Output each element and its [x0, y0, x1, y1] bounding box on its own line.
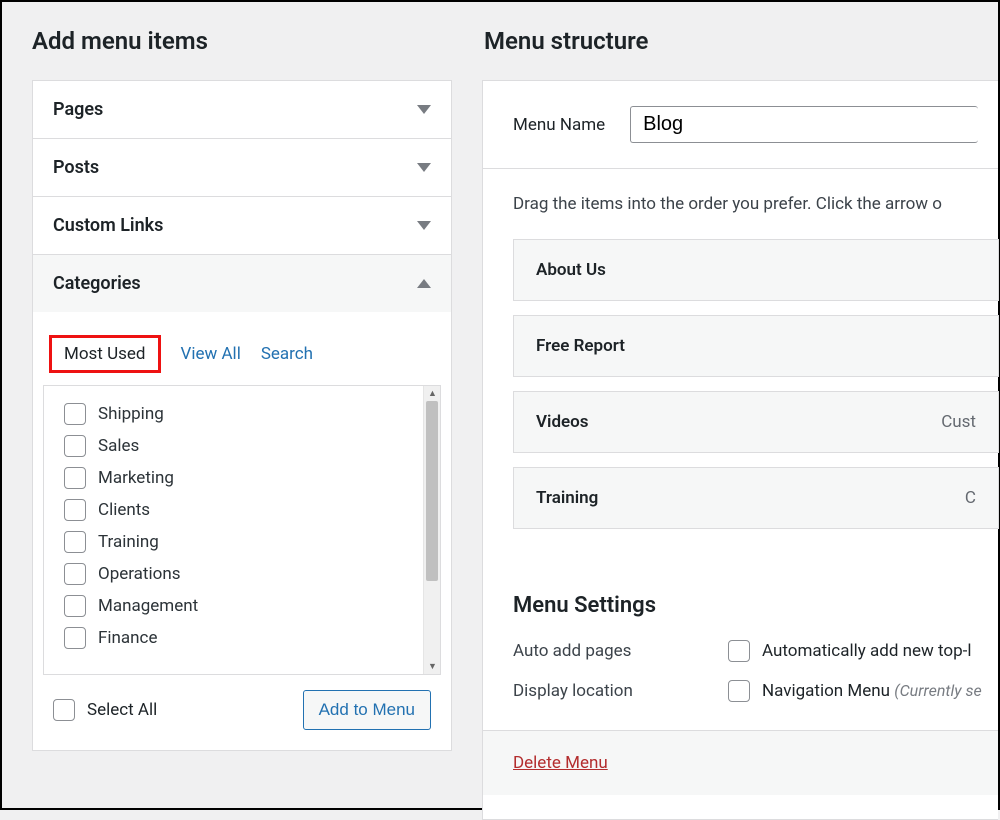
item-label: Training [98, 532, 159, 552]
tab-most-used[interactable]: Most Used [49, 335, 161, 373]
accordion-pages[interactable]: Pages [33, 81, 451, 138]
item-label: Sales [98, 436, 139, 456]
list-item[interactable]: Clients [64, 494, 411, 526]
caret-down-icon [417, 221, 431, 230]
menu-item-label: Videos [536, 412, 589, 432]
menu-item-meta: C [965, 488, 976, 508]
accordion-categories[interactable]: Categories [33, 255, 451, 312]
auto-add-pages-option[interactable]: Automatically add new top-l [728, 640, 972, 662]
scroll-down-arrow-icon[interactable]: ▼ [428, 661, 437, 672]
menu-settings-title: Menu Settings [513, 593, 998, 618]
scroll-up-arrow-icon[interactable]: ▲ [428, 388, 437, 399]
menu-item[interactable]: Free Report [513, 315, 999, 377]
list-item[interactable]: Finance [64, 622, 411, 654]
delete-menu-link[interactable]: Delete Menu [513, 753, 608, 773]
caret-down-icon [417, 163, 431, 172]
item-checkbox[interactable] [64, 595, 86, 617]
caret-down-icon [417, 105, 431, 114]
menu-item-label: Free Report [536, 336, 625, 356]
accordion-posts-label: Posts [53, 157, 99, 178]
menu-items-list: About Us Free Report Videos Cust Training C [483, 219, 998, 563]
item-checkbox[interactable] [64, 403, 86, 425]
add-menu-items-title: Add menu items [32, 27, 452, 55]
menu-item[interactable]: About Us [513, 239, 999, 301]
tab-view-all[interactable]: View All [181, 344, 241, 364]
list-item[interactable]: Sales [64, 430, 411, 462]
menu-item-meta: Cust [941, 412, 976, 432]
select-all-checkbox[interactable] [53, 699, 75, 721]
categories-panel: Most Used View All Search Shipping Sales M… [33, 312, 451, 750]
list-item[interactable]: Training [64, 526, 411, 558]
auto-add-checkbox[interactable] [728, 640, 750, 662]
display-location-option[interactable]: Navigation Menu (Currently se [728, 680, 982, 702]
menu-item[interactable]: Videos Cust [513, 391, 999, 453]
item-checkbox[interactable] [64, 499, 86, 521]
item-label: Shipping [98, 404, 164, 424]
menu-item-label: Training [536, 488, 598, 508]
accordion-pages-label: Pages [53, 99, 103, 120]
item-checkbox[interactable] [64, 531, 86, 553]
accordion-categories-label: Categories [53, 273, 141, 294]
accordion-custom-links-label: Custom Links [53, 215, 163, 236]
item-label: Clients [98, 500, 150, 520]
scrollbar[interactable]: ▲ ▼ [423, 386, 440, 674]
menu-name-input[interactable] [630, 106, 978, 143]
list-item[interactable]: Marketing [64, 462, 411, 494]
item-label: Finance [98, 628, 157, 648]
menu-structure-title: Menu structure [484, 27, 998, 55]
display-location-label: Display location [513, 681, 728, 701]
auto-add-pages-label: Auto add pages [513, 641, 728, 661]
list-item[interactable]: Operations [64, 558, 411, 590]
auto-add-text: Automatically add new top-l [762, 641, 972, 661]
source-accordion: Pages Posts Custom Links Categories [32, 80, 452, 751]
tab-search[interactable]: Search [261, 344, 313, 364]
accordion-posts[interactable]: Posts [33, 139, 451, 196]
display-location-text: Navigation Menu [762, 681, 890, 701]
menu-item-label: About Us [536, 260, 606, 280]
select-all-label: Select All [87, 700, 157, 720]
display-location-checkbox[interactable] [728, 680, 750, 702]
list-item[interactable]: Management [64, 590, 411, 622]
list-item[interactable]: Shipping [64, 398, 411, 430]
item-checkbox[interactable] [64, 563, 86, 585]
item-checkbox[interactable] [64, 627, 86, 649]
drag-hint: Drag the items into the order you prefer… [483, 169, 998, 219]
add-to-menu-button[interactable]: Add to Menu [303, 690, 431, 730]
item-checkbox[interactable] [64, 435, 86, 457]
item-label: Operations [98, 564, 181, 584]
caret-up-icon [417, 279, 431, 288]
display-location-note: (Currently se [894, 681, 982, 700]
select-all[interactable]: Select All [53, 699, 157, 721]
item-label: Management [98, 596, 198, 616]
item-checkbox[interactable] [64, 467, 86, 489]
scrollbar-thumb[interactable] [426, 401, 438, 581]
menu-name-label: Menu Name [513, 115, 605, 135]
menu-item[interactable]: Training C [513, 467, 999, 529]
categories-list[interactable]: Shipping Sales Marketing Clients Training Ope… [44, 386, 423, 674]
accordion-custom-links[interactable]: Custom Links [33, 197, 451, 254]
item-label: Marketing [98, 468, 174, 488]
